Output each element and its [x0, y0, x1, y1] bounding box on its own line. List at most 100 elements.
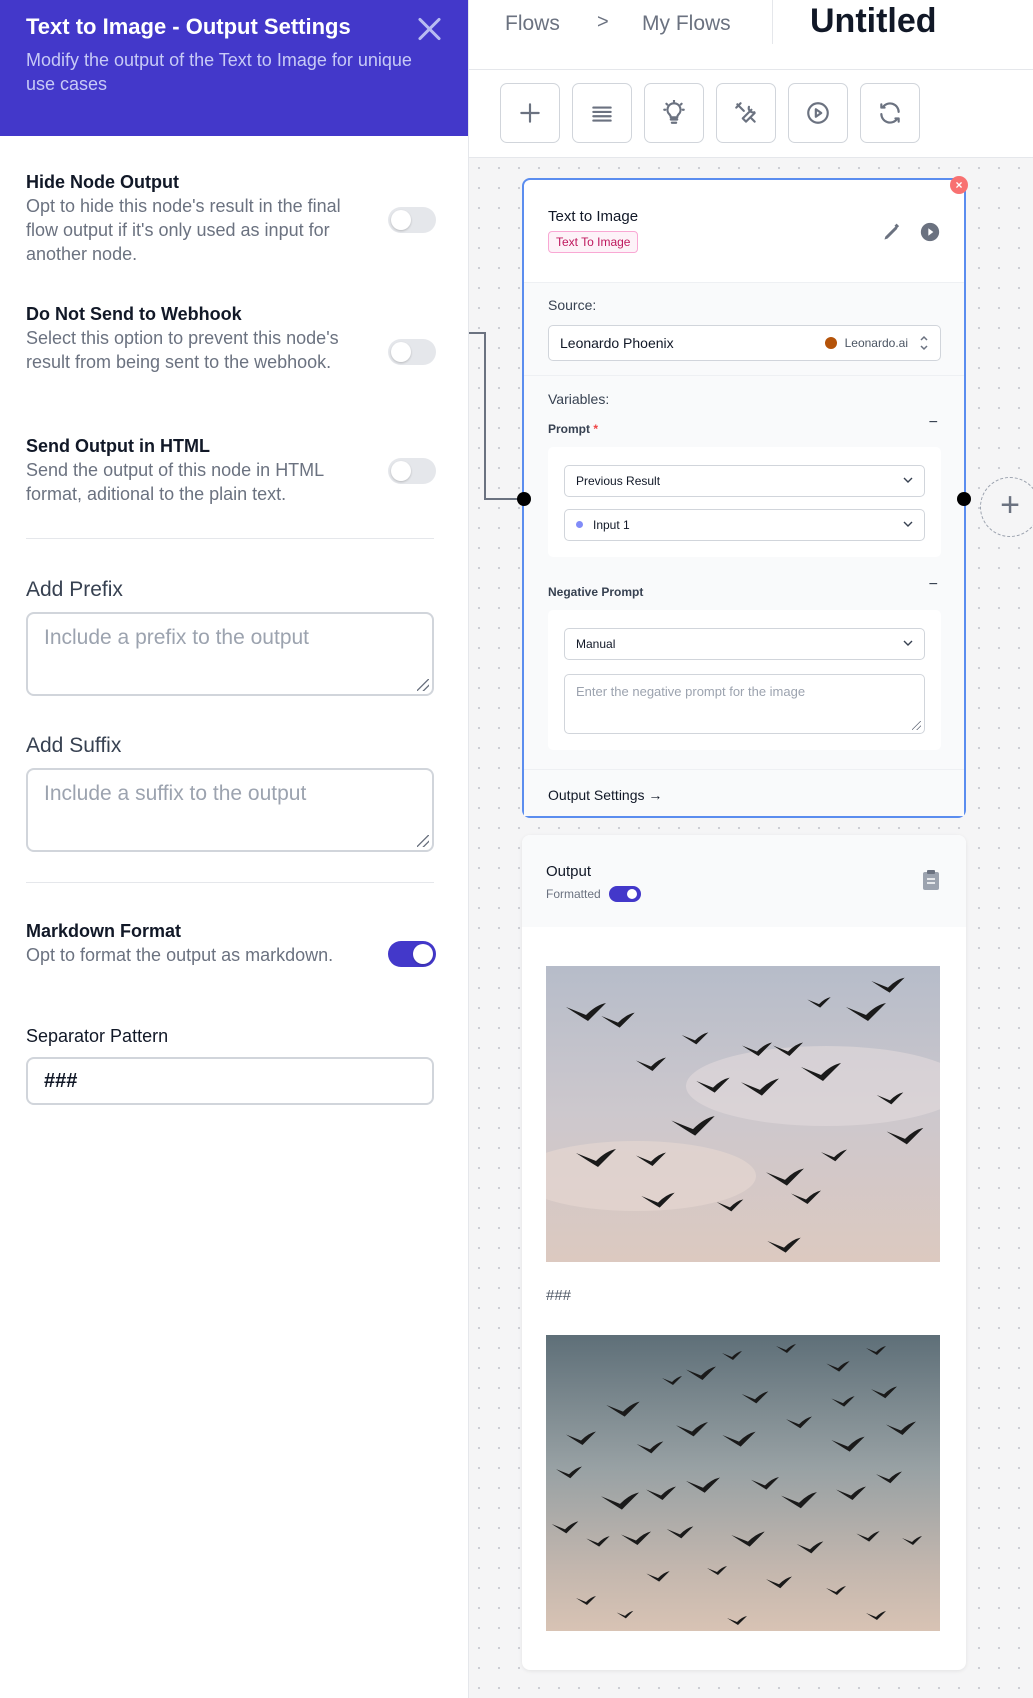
formatted-label: Formatted — [546, 887, 601, 901]
remove-node-icon[interactable]: × — [950, 176, 968, 194]
output-port[interactable] — [957, 492, 971, 506]
source-select[interactable]: Leonardo Phoenix Leonardo.ai — [548, 325, 941, 361]
setting-description: Send the output of this node in HTML for… — [26, 460, 324, 504]
markdown-format-setting: Markdown Format Opt to format the output… — [26, 921, 436, 967]
hide-node-output-setting: Hide Node Output Opt to hide this node's… — [26, 172, 436, 266]
tools-button[interactable] — [716, 83, 776, 143]
separator-output-text: ### — [546, 1287, 572, 1304]
collapse-negative-icon[interactable]: − — [929, 576, 938, 594]
toggle-knob — [391, 210, 411, 230]
toggle-knob — [413, 944, 433, 964]
output-settings-link[interactable]: Output Settings → — [548, 787, 662, 803]
refresh-button[interactable] — [860, 83, 920, 143]
setting-description: Select this option to prevent this node'… — [26, 328, 339, 372]
breadcrumb-flows[interactable]: Flows — [505, 12, 560, 36]
divider — [26, 538, 434, 539]
do-not-send-webhook-setting: Do Not Send to Webhook Select this optio… — [26, 304, 436, 374]
hide-node-output-toggle[interactable] — [388, 207, 436, 233]
leonardo-logo-icon — [824, 337, 837, 349]
negative-prompt-card: Manual Enter the negative prompt for the… — [548, 610, 941, 750]
prompt-label-text: Prompt — [548, 422, 590, 436]
chevron-down-icon — [903, 521, 913, 527]
prompt-label: Prompt * — [548, 422, 598, 436]
prompt-input-value: Input 1 — [593, 518, 630, 532]
source-label: Source: — [548, 297, 597, 313]
panel-title: Text to Image - Output Settings — [26, 14, 351, 39]
formatted-toggle[interactable] — [608, 886, 641, 902]
negative-prompt-label: Negative Prompt — [548, 585, 644, 599]
chevron-down-icon — [903, 477, 913, 483]
negative-prompt-textarea[interactable]: Enter the negative prompt for the image — [564, 674, 925, 734]
prefix-textarea[interactable]: Include a prefix to the output — [26, 612, 434, 696]
pencil-icon[interactable] — [882, 222, 902, 242]
output-header: Output Formatted — [522, 835, 966, 927]
do-not-send-webhook-toggle[interactable] — [388, 339, 436, 365]
add-node-button[interactable] — [500, 83, 560, 143]
suffix-textarea[interactable]: Include a suffix to the output — [26, 768, 434, 852]
setting-title: Hide Node Output — [26, 172, 179, 192]
ideas-button[interactable] — [644, 83, 704, 143]
collapse-prompt-icon[interactable]: − — [929, 414, 938, 432]
add-prefix-label: Add Prefix — [26, 578, 123, 601]
output-card: Output Formatted ### — [522, 835, 966, 1670]
resize-grip-icon[interactable] — [417, 835, 429, 847]
text-to-image-node[interactable]: Text to Image Text To Image Source: Leon… — [522, 178, 966, 818]
markdown-format-toggle[interactable] — [388, 941, 436, 967]
negative-mode-value: Manual — [576, 637, 616, 651]
updown-chevron-icon — [920, 335, 928, 351]
prompt-input-select[interactable]: Input 1 — [564, 509, 925, 541]
flow-title[interactable]: Untitled — [810, 2, 937, 41]
source-provider: Leonardo.ai — [824, 326, 908, 360]
connection-line — [469, 332, 524, 500]
status-dot — [576, 521, 583, 528]
divider — [524, 769, 964, 770]
list-icon — [592, 106, 612, 122]
run-button[interactable] — [788, 83, 848, 143]
lightbulb-icon — [663, 100, 685, 124]
divider — [26, 882, 434, 883]
toolbar — [469, 70, 1033, 158]
output-image-2 — [546, 1335, 940, 1631]
setting-title: Do Not Send to Webhook — [26, 304, 242, 324]
prefix-placeholder: Include a prefix to the output — [44, 626, 310, 649]
top-bar: Flows > My Flows Untitled — [469, 0, 1033, 70]
close-icon[interactable] — [416, 16, 442, 42]
play-circle-icon — [807, 102, 829, 124]
toggle-knob — [391, 342, 411, 362]
setting-description: Opt to hide this node's result in the fi… — [26, 196, 341, 264]
play-circle-icon[interactable] — [920, 222, 940, 242]
list-button[interactable] — [572, 83, 632, 143]
plus-icon — [520, 103, 540, 123]
source-value: Leonardo Phoenix — [560, 335, 674, 351]
refresh-icon — [880, 102, 900, 124]
required-mark: * — [593, 422, 599, 436]
clipboard-icon[interactable] — [922, 869, 940, 891]
separator-pattern-input[interactable]: ### — [26, 1057, 434, 1105]
divider — [772, 0, 773, 44]
add-next-node-button[interactable]: + — [980, 477, 1033, 537]
suffix-placeholder: Include a suffix to the output — [44, 782, 307, 805]
send-output-html-toggle[interactable] — [388, 458, 436, 484]
variables-label: Variables: — [548, 391, 610, 407]
node-body: Source: Leonardo Phoenix Leonardo.ai Var… — [524, 282, 964, 816]
resize-grip-icon[interactable] — [417, 679, 429, 691]
setting-title: Markdown Format — [26, 921, 182, 941]
panel-subtitle: Modify the output of the Text to Image f… — [26, 50, 412, 94]
formatted-row: Formatted — [546, 886, 942, 902]
breadcrumb-my-flows[interactable]: My Flows — [642, 12, 731, 36]
source-provider-name: Leonardo.ai — [844, 336, 908, 350]
prompt-card: Previous Result Input 1 — [548, 447, 941, 557]
prompt-mode-value: Previous Result — [576, 474, 661, 488]
setting-description: Opt to format the output as markdown. — [26, 945, 334, 965]
panel-header: Text to Image - Output Settings Modify t… — [0, 0, 468, 136]
output-image-1 — [546, 966, 940, 1262]
toggle-knob — [391, 461, 411, 481]
resize-grip-icon[interactable] — [912, 721, 921, 730]
tools-icon — [735, 102, 756, 123]
setting-title: Send Output in HTML — [26, 436, 210, 456]
chevron-right-icon: > — [597, 11, 609, 33]
node-header: Text to Image Text To Image — [524, 180, 964, 282]
input-port[interactable] — [517, 492, 531, 506]
prompt-mode-select[interactable]: Previous Result — [564, 465, 925, 497]
negative-mode-select[interactable]: Manual — [564, 628, 925, 660]
